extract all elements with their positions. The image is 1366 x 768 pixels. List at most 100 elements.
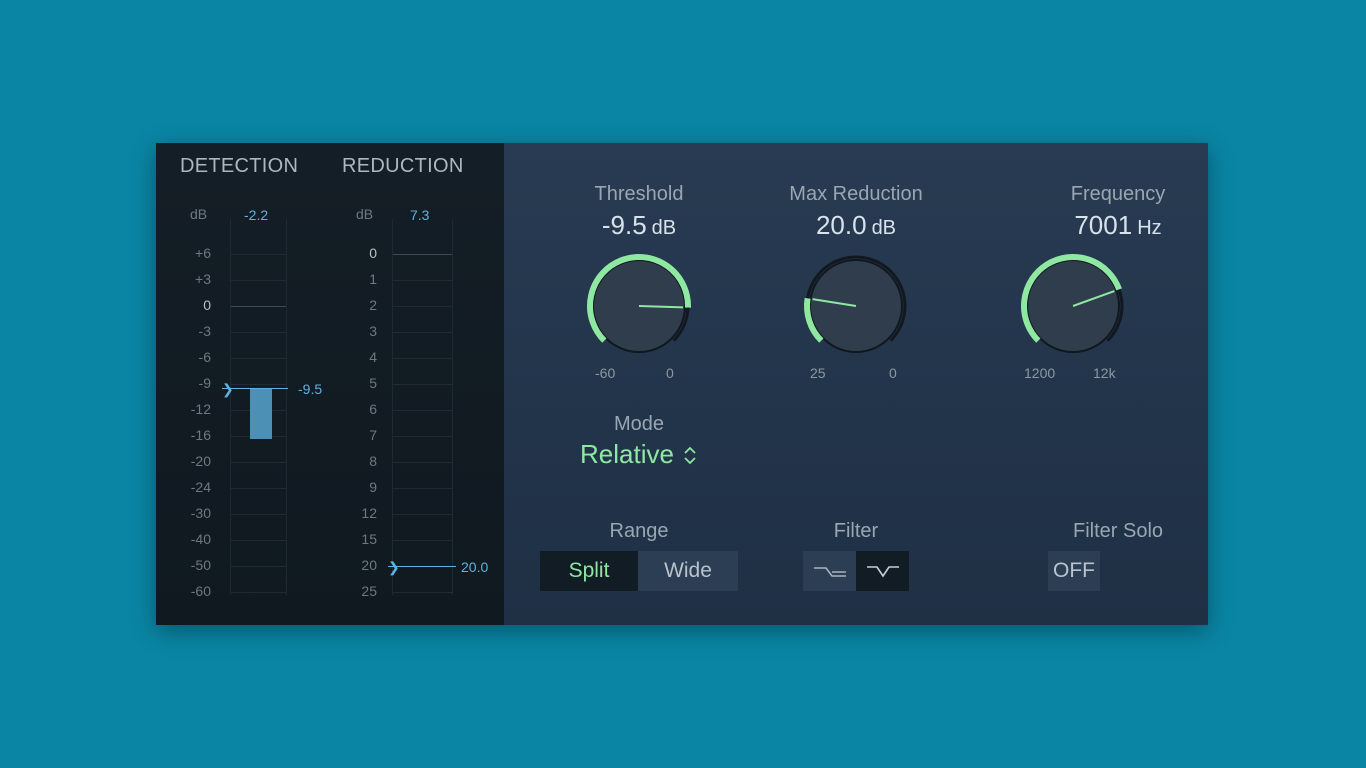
threshold-marker-value: -9.5 (298, 381, 323, 397)
reduction-gridline (392, 540, 452, 541)
detection-scale-label: -40 (190, 531, 211, 547)
reduction-title: REDUCTION (342, 155, 464, 177)
threshold-max-label: 0 (666, 365, 674, 381)
detection-scale-label: -24 (190, 479, 211, 495)
threshold-value-number: -9.5 (601, 210, 647, 240)
reduction-gridline (392, 306, 452, 307)
frequency-max-label: 12k (1093, 365, 1116, 381)
knob-pointer (638, 305, 684, 309)
detection-gridline (230, 358, 286, 359)
range-title: Range (609, 520, 669, 542)
reduction-gridline (392, 332, 452, 333)
reduction-scale-label: 4 (369, 349, 377, 365)
de-esser-plugin: DETECTION REDUCTION dB -2.2 dB 7.3 +6 +3 0… (156, 143, 1208, 625)
reduction-track-line (452, 219, 453, 595)
frequency-title: Frequency (1070, 183, 1166, 205)
bandpass-filter-icon (866, 566, 899, 578)
detection-readout: -2.2 (244, 207, 269, 223)
frequency-knob[interactable] (1017, 250, 1129, 362)
detection-scale-label: -60 (190, 583, 211, 599)
reduction-readout: 7.3 (410, 207, 430, 223)
threshold-unit: dB (651, 217, 677, 239)
max-reduction-max-label: 0 (889, 365, 897, 381)
range-segmented-control: Split Wide (540, 551, 738, 591)
meters-panel: DETECTION REDUCTION dB -2.2 dB 7.3 +6 +3 0… (156, 143, 504, 625)
reduction-track-line (392, 219, 393, 595)
reduction-gridline (392, 436, 452, 437)
threshold-min-label: -60 (595, 365, 616, 381)
reduction-scale-label: 5 (369, 375, 377, 391)
detection-gridline (230, 280, 286, 281)
detection-scale-label: -12 (190, 401, 211, 417)
max-reduction-value: 20.0 dB (746, 210, 966, 241)
updown-chevron-icon (684, 446, 696, 464)
reduction-scale-label: 2 (369, 297, 377, 313)
threshold-title: Threshold (594, 183, 684, 205)
reduction-gridline (392, 514, 452, 515)
detection-gridline (230, 566, 286, 567)
detection-scale-label: -16 (190, 427, 211, 443)
threshold-marker-handle-icon[interactable]: ❯ (222, 381, 234, 398)
max-reduction-knob[interactable] (800, 250, 912, 362)
reduction-gridline (392, 462, 452, 463)
filter-highpass-button[interactable] (803, 551, 856, 591)
detection-scale-label: +6 (195, 245, 211, 261)
detection-scale-label: +3 (195, 271, 211, 287)
reduction-db-label: dB (356, 206, 374, 222)
filter-solo-button[interactable]: OFF (1048, 551, 1100, 591)
reduction-gridline (392, 280, 452, 281)
filter-title: Filter (833, 520, 879, 542)
reduction-scale-label: 20 (361, 557, 377, 573)
reduction-scale-label: 25 (361, 583, 377, 599)
detection-scale-label: -6 (198, 349, 211, 365)
reduction-scale-label: 15 (361, 531, 377, 547)
detection-db-label: dB (190, 206, 208, 222)
reduction-gridline (392, 384, 452, 385)
mode-selector[interactable]: Relative (580, 439, 698, 470)
reduction-scale-label: 0 (369, 245, 377, 261)
threshold-knob[interactable] (583, 250, 695, 362)
detection-gridline (230, 592, 286, 593)
detection-scale-label: 0 (203, 297, 211, 313)
detection-scale-label: -50 (190, 557, 211, 573)
max-reduction-value-number: 20.0 (815, 210, 867, 240)
detection-gridline (230, 488, 286, 489)
reduction-scale-label: 12 (361, 505, 377, 521)
detection-gridline (230, 306, 286, 307)
range-wide-button[interactable]: Wide (638, 551, 738, 591)
detection-gridline (230, 332, 286, 333)
max-reduction-unit: dB (871, 217, 897, 239)
controls-panel: Threshold -9.5 dB -60 0 Max Reduction 20.… (504, 143, 1208, 625)
threshold-value: -9.5 dB (529, 210, 749, 241)
max-reduction-min-label: 25 (810, 365, 826, 381)
detection-title: DETECTION (180, 155, 299, 177)
frequency-min-label: 1200 (1024, 365, 1056, 381)
max-reduction-marker-handle-icon[interactable]: ❯ (388, 559, 400, 576)
max-reduction-marker-value: 20.0 (461, 559, 489, 575)
highpass-filter-icon (813, 567, 846, 577)
reduction-scale-label: 3 (369, 323, 377, 339)
detection-scale-label: -9 (198, 375, 211, 391)
detection-gridline (230, 540, 286, 541)
reduction-scale-label: 1 (369, 271, 377, 287)
mode-title: Mode (613, 413, 665, 435)
reduction-scale-label: 8 (369, 453, 377, 469)
mode-value: Relative (580, 439, 674, 469)
detection-gridline (230, 462, 286, 463)
detection-scale-label: -20 (190, 453, 211, 469)
detection-scale-label: -3 (198, 323, 211, 339)
reduction-gridline (392, 488, 452, 489)
frequency-unit: Hz (1137, 217, 1162, 239)
detection-scale-label: -30 (190, 505, 211, 521)
range-split-button[interactable]: Split (540, 551, 638, 591)
frequency-value-number: 7001 (1074, 210, 1133, 240)
detection-level-bar (250, 388, 272, 439)
filter-bandpass-button[interactable] (856, 551, 909, 591)
detection-gridline (230, 254, 286, 255)
reduction-gridline (392, 254, 452, 255)
reduction-scale-label: 6 (369, 401, 377, 417)
filter-segmented-control (803, 551, 909, 591)
reduction-scale-label: 9 (369, 479, 377, 495)
detection-gridline (230, 514, 286, 515)
detection-track-line (230, 219, 231, 595)
